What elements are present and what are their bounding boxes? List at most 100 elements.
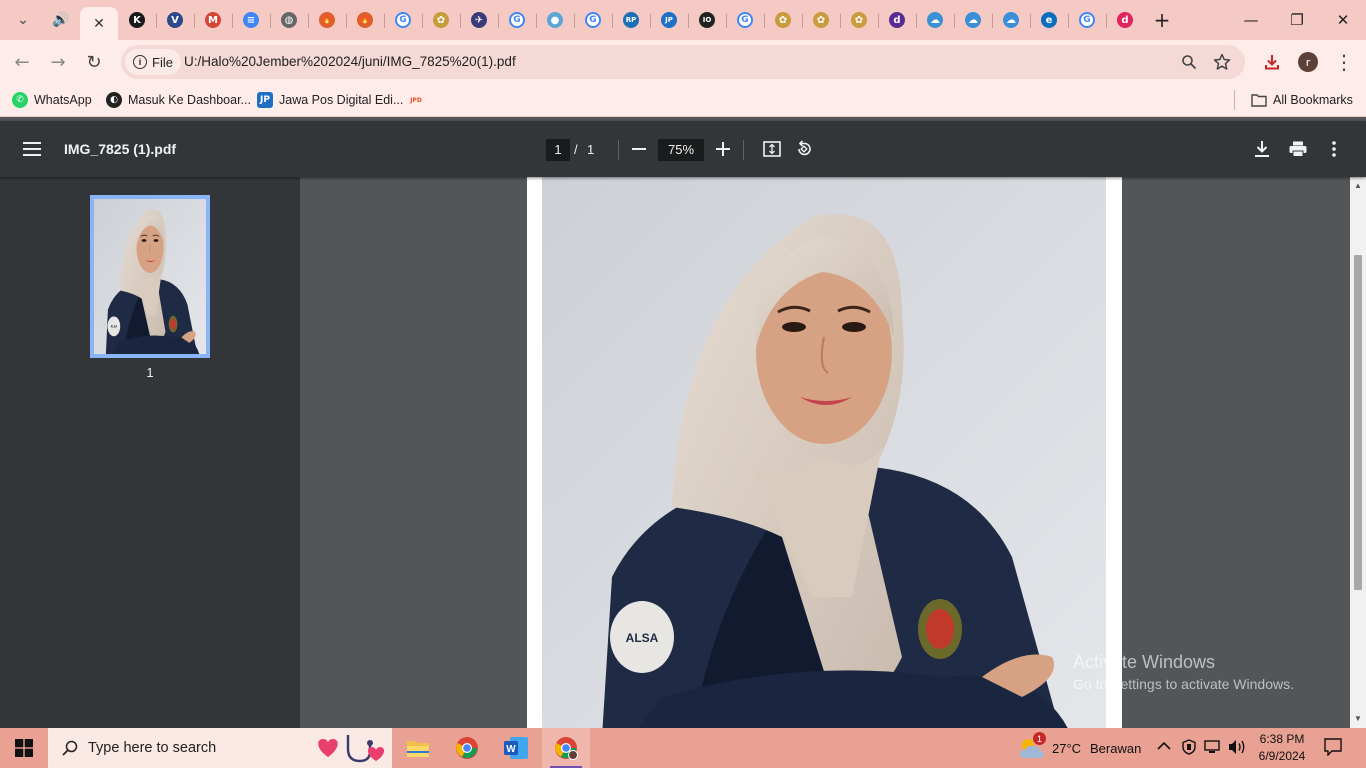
download-button[interactable] [1256, 46, 1288, 78]
taskbar-search[interactable]: Type here to search [48, 728, 392, 768]
tab[interactable]: ✈ [460, 5, 498, 35]
bookmarks-bar: ✆ WhatsApp ◐ Masuk Ke Dashboar... JP Jaw… [0, 84, 1366, 117]
tab[interactable]: G [498, 5, 536, 35]
bookmark-star-icon[interactable] [1212, 52, 1232, 72]
tab[interactable]: ✿ [764, 5, 802, 35]
tab-active-close[interactable]: ✕ [80, 7, 118, 40]
pdf-more-button[interactable] [1322, 137, 1346, 161]
all-bookmarks-label: All Bookmarks [1273, 93, 1353, 107]
reload-button[interactable]: ↻ [78, 46, 110, 78]
profile-button[interactable]: r [1292, 46, 1324, 78]
forward-button[interactable]: → [42, 46, 74, 78]
weather-badge: 1 [1033, 732, 1046, 745]
tab[interactable]: K [118, 5, 156, 35]
taskbar-chrome[interactable] [443, 728, 491, 768]
avatar: r [1298, 52, 1318, 72]
tab-search-button[interactable]: ⌄ [4, 5, 42, 35]
divider [743, 140, 744, 160]
tab[interactable]: IO [688, 5, 726, 35]
tab[interactable]: ● [536, 5, 574, 35]
tab[interactable]: V [156, 5, 194, 35]
time: 6:38 PM [1259, 732, 1305, 746]
page-number-input[interactable]: 1 [546, 139, 570, 161]
browser-menu-button[interactable]: ⋮ [1328, 46, 1360, 78]
more-vert-icon [1332, 141, 1336, 157]
scroll-down-arrow[interactable]: ▼ [1353, 714, 1363, 724]
vertical-scrollbar[interactable]: ▲ ▼ [1350, 177, 1366, 728]
tab-strip: ⌄ 🔊 ✕ K V M ≡ ◍ 🔥 🔥 G ✿ ✈ G ● G RP JP IO G ✿ ✿ ✿ d ☁ ☁ ☁ e Gd + — ❐ … [0, 0, 1366, 40]
search-highlight-icon [318, 735, 385, 763]
scroll-up-arrow[interactable]: ▲ [1353, 181, 1363, 191]
volume-icon[interactable] [1228, 739, 1246, 759]
tab[interactable]: JP [650, 5, 688, 35]
pdf-page: ALSA [527, 177, 1122, 728]
close-window-button[interactable]: ✕ [1320, 0, 1366, 40]
tab[interactable]: ☁ [916, 5, 954, 35]
zoom-in-button[interactable] [711, 137, 735, 161]
zoom-input[interactable]: 75% [658, 139, 704, 161]
fire-favicon: 🔥 [319, 12, 335, 28]
page-thumbnail[interactable] [90, 195, 210, 358]
back-button[interactable]: ← [6, 46, 38, 78]
tab[interactable]: G [726, 5, 764, 35]
rotate-button[interactable] [792, 137, 816, 161]
tab[interactable]: M [194, 5, 232, 35]
tab[interactable]: G [1068, 5, 1106, 35]
tab[interactable]: ☁ [954, 5, 992, 35]
tab[interactable]: 🔊 [42, 5, 80, 35]
show-hidden-icons-icon[interactable] [1157, 739, 1171, 755]
folder-icon [407, 741, 429, 757]
tab[interactable]: G [384, 5, 422, 35]
d-favicon: d [889, 12, 905, 28]
url-text[interactable]: U:/Halo%20Jember%202024/juni/IMG_7825%20… [184, 54, 516, 69]
taskbar-word[interactable]: W [492, 728, 540, 768]
tab[interactable]: ◍ [270, 5, 308, 35]
restore-button[interactable]: ❐ [1274, 0, 1320, 40]
tab[interactable]: ☁ [992, 5, 1030, 35]
new-tab-button[interactable]: + [1139, 0, 1185, 40]
site-chip-label: File [152, 54, 173, 70]
minimize-button[interactable]: — [1228, 0, 1274, 40]
tab[interactable]: ✿ [422, 5, 460, 35]
word-icon: W [504, 737, 528, 759]
all-bookmarks-button[interactable]: All Bookmarks [1251, 90, 1353, 110]
bookmark-jpd[interactable]: JPD [408, 90, 424, 110]
tab[interactable]: ≡ [232, 5, 270, 35]
network-icon[interactable] [1204, 739, 1220, 759]
scroll-thumb[interactable] [1354, 255, 1362, 590]
tab[interactable]: d [878, 5, 916, 35]
clock[interactable]: 6:38 PM 6/9/2024 [1250, 731, 1314, 765]
thumbnail-sidebar: 1 [0, 177, 300, 728]
tab[interactable]: ✿ [802, 5, 840, 35]
notifications-icon[interactable] [1324, 738, 1342, 760]
address-bar[interactable]: i File U:/Halo%20Jember%202024/juni/IMG_… [121, 45, 1245, 79]
taskbar-file-explorer[interactable] [394, 728, 442, 768]
weather-widget-icon[interactable]: 1 [1018, 732, 1046, 760]
site-info-chip[interactable]: i File [125, 49, 181, 75]
start-button[interactable] [0, 728, 48, 768]
bookmark-jawapos[interactable]: JP Jawa Pos Digital Edi... [257, 90, 403, 110]
zoom-out-button[interactable] [627, 137, 651, 161]
fit-to-page-icon [763, 141, 781, 157]
tab[interactable]: 🔥 [308, 5, 346, 35]
tab[interactable]: G [574, 5, 612, 35]
weather-temperature[interactable]: 27°C [1052, 741, 1081, 756]
pdf-menu-button[interactable] [20, 137, 44, 161]
tab[interactable]: 🔥 [346, 5, 384, 35]
fit-page-button[interactable] [760, 137, 784, 161]
tab[interactable]: ✿ [840, 5, 878, 35]
bookmark-whatsapp[interactable]: ✆ WhatsApp [12, 90, 92, 110]
pdf-document-view[interactable]: ALSA [300, 177, 1350, 728]
bookmark-dashboard[interactable]: ◐ Masuk Ke Dashboar... [106, 90, 251, 110]
security-icon[interactable] [1181, 739, 1197, 759]
tab[interactable]: RP [612, 5, 650, 35]
weather-description[interactable]: Berawan [1090, 741, 1141, 756]
taskbar-chrome-profile[interactable] [542, 728, 590, 768]
info-icon: i [133, 55, 147, 69]
edge-favicon: e [1041, 12, 1057, 28]
zoom-icon[interactable] [1179, 52, 1199, 72]
print-button[interactable] [1286, 137, 1310, 161]
k-favicon: K [129, 12, 145, 28]
tab[interactable]: e [1030, 5, 1068, 35]
pdf-download-button[interactable] [1250, 137, 1274, 161]
